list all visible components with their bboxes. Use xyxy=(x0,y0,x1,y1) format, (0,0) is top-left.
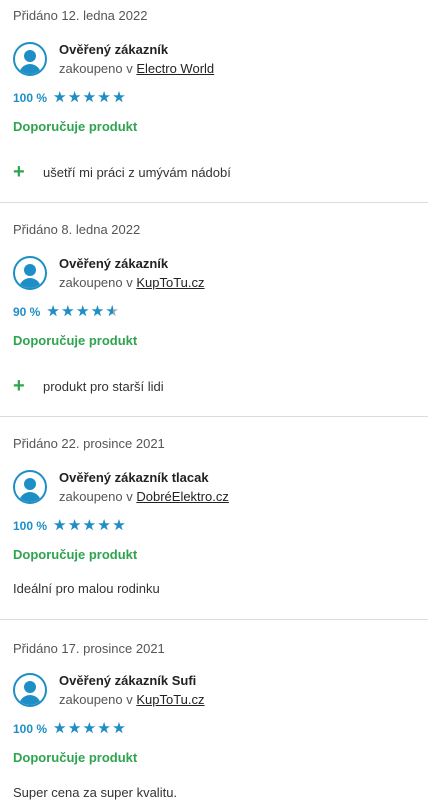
purchase-info: zakoupeno v KupToTu.cz xyxy=(59,273,205,293)
rating-percent: 90 % xyxy=(13,305,41,319)
shop-link[interactable]: DobréElektro.cz xyxy=(136,489,228,504)
recommend-label: Doporučuje produkt xyxy=(13,750,138,765)
purchase-prefix: zakoupeno v xyxy=(59,489,133,504)
star-icon: ★ ★ xyxy=(53,89,67,106)
recommend-label: Doporučuje produkt xyxy=(13,333,138,348)
star-icon: ★ ★ xyxy=(90,303,105,320)
star-icon: ★ ★ xyxy=(67,89,82,106)
review-author: Ověřený zákazník tlacak zakoupeno v Dobr… xyxy=(13,469,229,507)
star-rating: ★ ★ ★ ★ ★ ★ ★ ★ ★ ★ xyxy=(53,720,127,737)
user-avatar-icon xyxy=(13,256,47,290)
user-avatar-icon xyxy=(13,673,47,707)
plus-icon: + xyxy=(13,375,25,397)
rating: 90 % ★ ★ ★ ★ ★ ★ ★ ★ ★ ★ xyxy=(13,303,120,320)
rating-percent: 100 % xyxy=(13,519,48,533)
review-comment: Super cena za super kvalitu. xyxy=(13,785,178,800)
star-icon: ★ ★ xyxy=(105,303,119,320)
purchase-prefix: zakoupeno v xyxy=(59,275,133,290)
author-name: Ověřený zákazník Sufi xyxy=(59,673,197,688)
review-card: Přidáno 12. ledna 2022 Ověřený zákazník … xyxy=(0,0,428,203)
review-author: Ověřený zákazník Sufi zakoupeno v KupToT… xyxy=(13,672,205,710)
star-icon: ★ ★ xyxy=(75,303,90,320)
star-icon: ★ ★ xyxy=(82,89,97,106)
star-icon: ★ ★ xyxy=(82,720,97,737)
star-icon: ★ ★ xyxy=(112,720,126,737)
review-card: Přidáno 8. ledna 2022 Ověřený zákazník z… xyxy=(0,203,428,417)
user-avatar-icon xyxy=(13,42,47,76)
author-name: Ověřený zákazník tlacak xyxy=(59,470,209,485)
pro-text: ušetří mi práci z umývám nádobí xyxy=(43,164,231,180)
star-icon: ★ ★ xyxy=(53,720,67,737)
star-icon: ★ ★ xyxy=(97,89,111,106)
star-icon: ★ ★ xyxy=(61,303,75,320)
review-card: Přidáno 17. prosince 2021 Ověřený zákazn… xyxy=(0,620,428,808)
shop-link[interactable]: KupToTu.cz xyxy=(136,692,204,707)
recommend-label: Doporučuje produkt xyxy=(13,547,138,562)
rating: 100 % ★ ★ ★ ★ ★ ★ ★ ★ ★ ★ xyxy=(13,89,127,106)
star-icon: ★ ★ xyxy=(46,303,60,320)
review-date: Přidáno 22. prosince 2021 xyxy=(13,436,165,451)
review-comment: Ideální pro malou rodinku xyxy=(13,581,160,596)
purchase-prefix: zakoupeno v xyxy=(59,692,133,707)
author-name: Ověřený zákazník xyxy=(59,42,169,57)
rating-percent: 100 % xyxy=(13,91,48,105)
star-icon: ★ ★ xyxy=(97,720,111,737)
plus-icon: + xyxy=(13,161,25,183)
review-date: Přidáno 8. ledna 2022 xyxy=(13,222,141,237)
user-avatar-icon xyxy=(13,470,47,504)
star-icon: ★ ★ xyxy=(112,89,126,106)
star-rating: ★ ★ ★ ★ ★ ★ ★ ★ ★ ★ xyxy=(53,517,127,534)
pro-item: + produkt pro starší lidi xyxy=(13,375,164,397)
review-date: Přidáno 17. prosince 2021 xyxy=(13,641,165,656)
rating-percent: 100 % xyxy=(13,722,48,736)
star-icon: ★ ★ xyxy=(97,517,111,534)
star-rating: ★ ★ ★ ★ ★ ★ ★ ★ ★ ★ xyxy=(46,303,120,320)
purchase-prefix: zakoupeno v xyxy=(59,61,133,76)
star-rating: ★ ★ ★ ★ ★ ★ ★ ★ ★ ★ xyxy=(53,89,127,106)
purchase-info: zakoupeno v Electro World xyxy=(59,59,214,79)
recommend-label: Doporučuje produkt xyxy=(13,119,138,134)
pro-text: produkt pro starší lidi xyxy=(43,378,164,394)
review-card: Přidáno 22. prosince 2021 Ověřený zákazn… xyxy=(0,417,428,620)
review-author: Ověřený zákazník zakoupeno v Electro Wor… xyxy=(13,41,214,79)
purchase-info: zakoupeno v DobréElektro.cz xyxy=(59,487,229,507)
star-icon: ★ ★ xyxy=(67,720,82,737)
review-author: Ověřený zákazník zakoupeno v KupToTu.cz xyxy=(13,255,205,293)
rating: 100 % ★ ★ ★ ★ ★ ★ ★ ★ ★ ★ xyxy=(13,720,127,737)
star-icon: ★ ★ xyxy=(112,517,126,534)
rating: 100 % ★ ★ ★ ★ ★ ★ ★ ★ ★ ★ xyxy=(13,517,127,534)
author-name: Ověřený zákazník xyxy=(59,256,169,271)
star-icon: ★ ★ xyxy=(67,517,82,534)
purchase-info: zakoupeno v KupToTu.cz xyxy=(59,690,205,710)
review-date: Přidáno 12. ledna 2022 xyxy=(13,8,148,23)
star-icon: ★ ★ xyxy=(53,517,67,534)
star-icon: ★ ★ xyxy=(82,517,97,534)
pro-item: + ušetří mi práci z umývám nádobí xyxy=(13,161,231,183)
shop-link[interactable]: KupToTu.cz xyxy=(136,275,204,290)
shop-link[interactable]: Electro World xyxy=(136,61,214,76)
